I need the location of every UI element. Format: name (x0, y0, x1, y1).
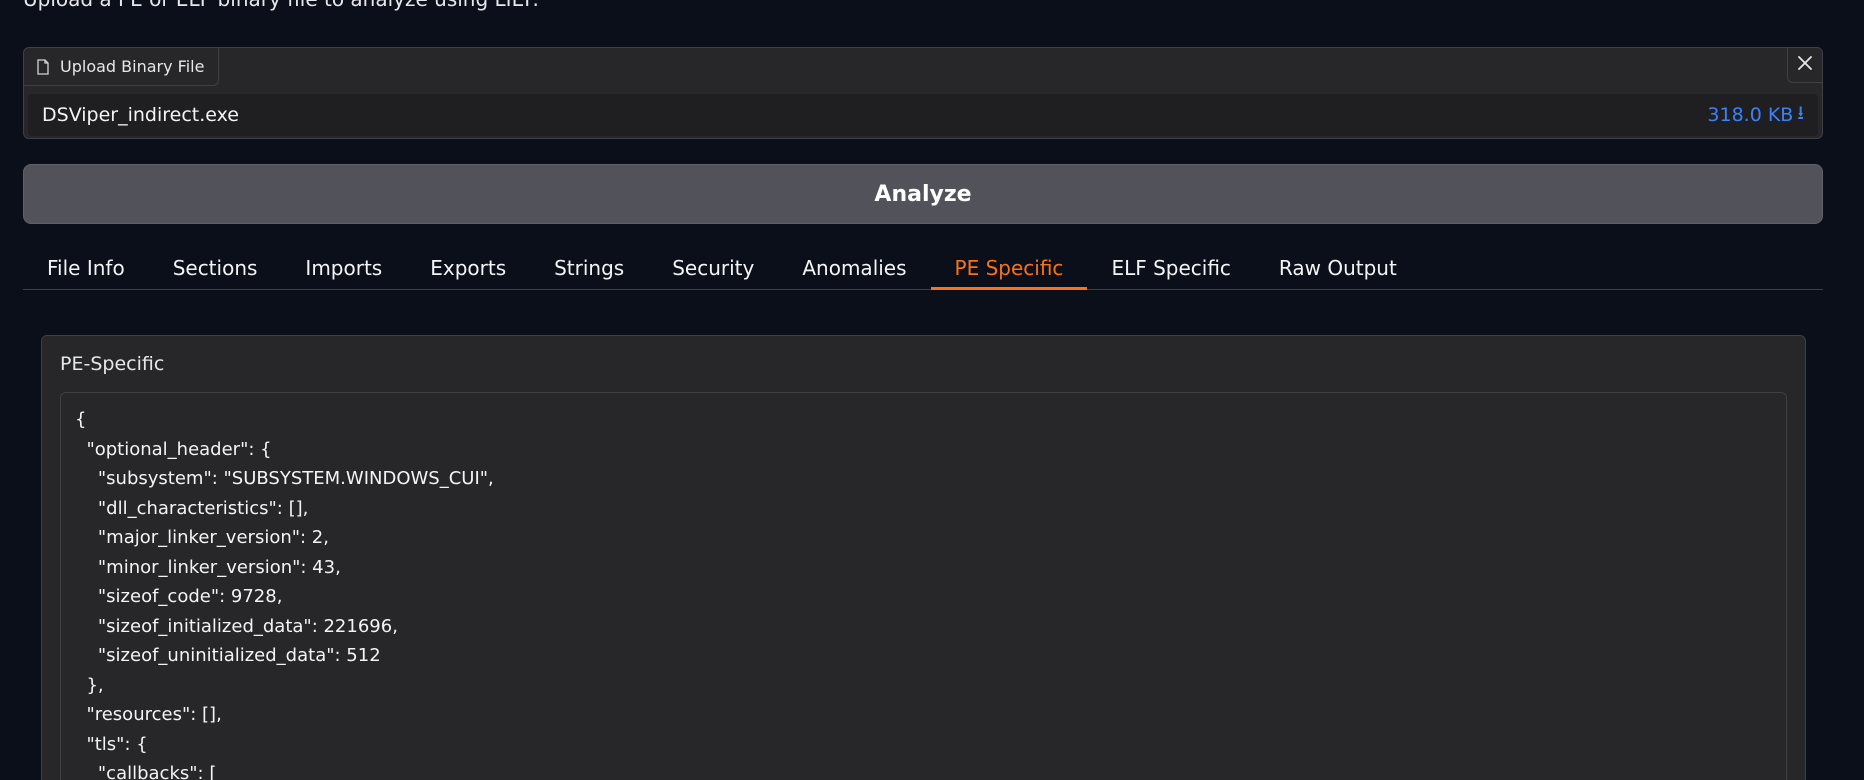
tab-pe-specific[interactable]: PE Specific (930, 246, 1088, 290)
json-output[interactable]: { "optional_header": { "subsystem": "SUB… (60, 392, 1787, 780)
pe-specific-panel: PE-Specific { "optional_header": { "subs… (41, 335, 1806, 780)
panel-label: PE-Specific (60, 353, 165, 375)
code-line: { (75, 409, 87, 430)
tab-elf-specific[interactable]: ELF Specific (1087, 246, 1254, 289)
tab-security[interactable]: Security (648, 246, 778, 289)
page: Upload a PE or ELF binary file to analyz… (0, 0, 1864, 780)
code-line: }, (75, 674, 104, 696)
tab-exports[interactable]: Exports (406, 246, 530, 289)
clear-file-button[interactable] (1787, 48, 1822, 83)
app-description: Upload a PE or ELF binary file to analyz… (23, 0, 539, 12)
code-line: "minor_linker_version": 43, (75, 556, 341, 578)
code-line: "sizeof_initialized_data": 221696, (75, 615, 398, 637)
result-tabs: File Info Sections Imports Exports Strin… (23, 246, 1823, 290)
tab-sections[interactable]: Sections (149, 246, 282, 289)
close-icon[interactable] (1797, 55, 1813, 75)
code-line: "major_linker_version": 2, (75, 527, 329, 548)
code-line: "callbacks": [ (75, 763, 217, 780)
code-line: "resources": [], (75, 704, 222, 725)
code-line: "subsystem": "SUBSYSTEM.WINDOWS_CUI", (75, 468, 494, 489)
file-size[interactable]: 318.0 KB (1707, 104, 1793, 126)
tab-imports[interactable]: Imports (281, 246, 406, 289)
upload-label: Upload Binary File (24, 48, 220, 86)
upload-label-text: Upload Binary File (60, 57, 205, 76)
tab-file-info[interactable]: File Info (23, 246, 149, 289)
file-name: DSViper_indirect.exe (42, 104, 239, 126)
code-line: "tls": { (75, 733, 148, 755)
uploaded-file-row: DSViper_indirect.exe 318.0 KB ⭳ (28, 94, 1818, 136)
file-icon (36, 58, 50, 75)
tab-raw-output[interactable]: Raw Output (1255, 246, 1421, 289)
analyze-button[interactable]: Analyze (23, 164, 1823, 224)
code-line: "sizeof_uninitialized_data": 512 (75, 645, 381, 666)
file-download-link[interactable]: 318.0 KB ⭳ (1707, 99, 1804, 131)
file-upload-box[interactable]: Upload Binary File DSViper_indirect.exe … (23, 47, 1823, 139)
tab-strings[interactable]: Strings (530, 246, 648, 289)
tab-anomalies[interactable]: Anomalies (778, 246, 930, 289)
code-line: "dll_characteristics": [], (75, 497, 309, 519)
code-line: "sizeof_code": 9728, (75, 586, 283, 607)
download-icon[interactable]: ⭳ (1797, 99, 1804, 131)
code-line: "optional_header": { (75, 438, 272, 460)
